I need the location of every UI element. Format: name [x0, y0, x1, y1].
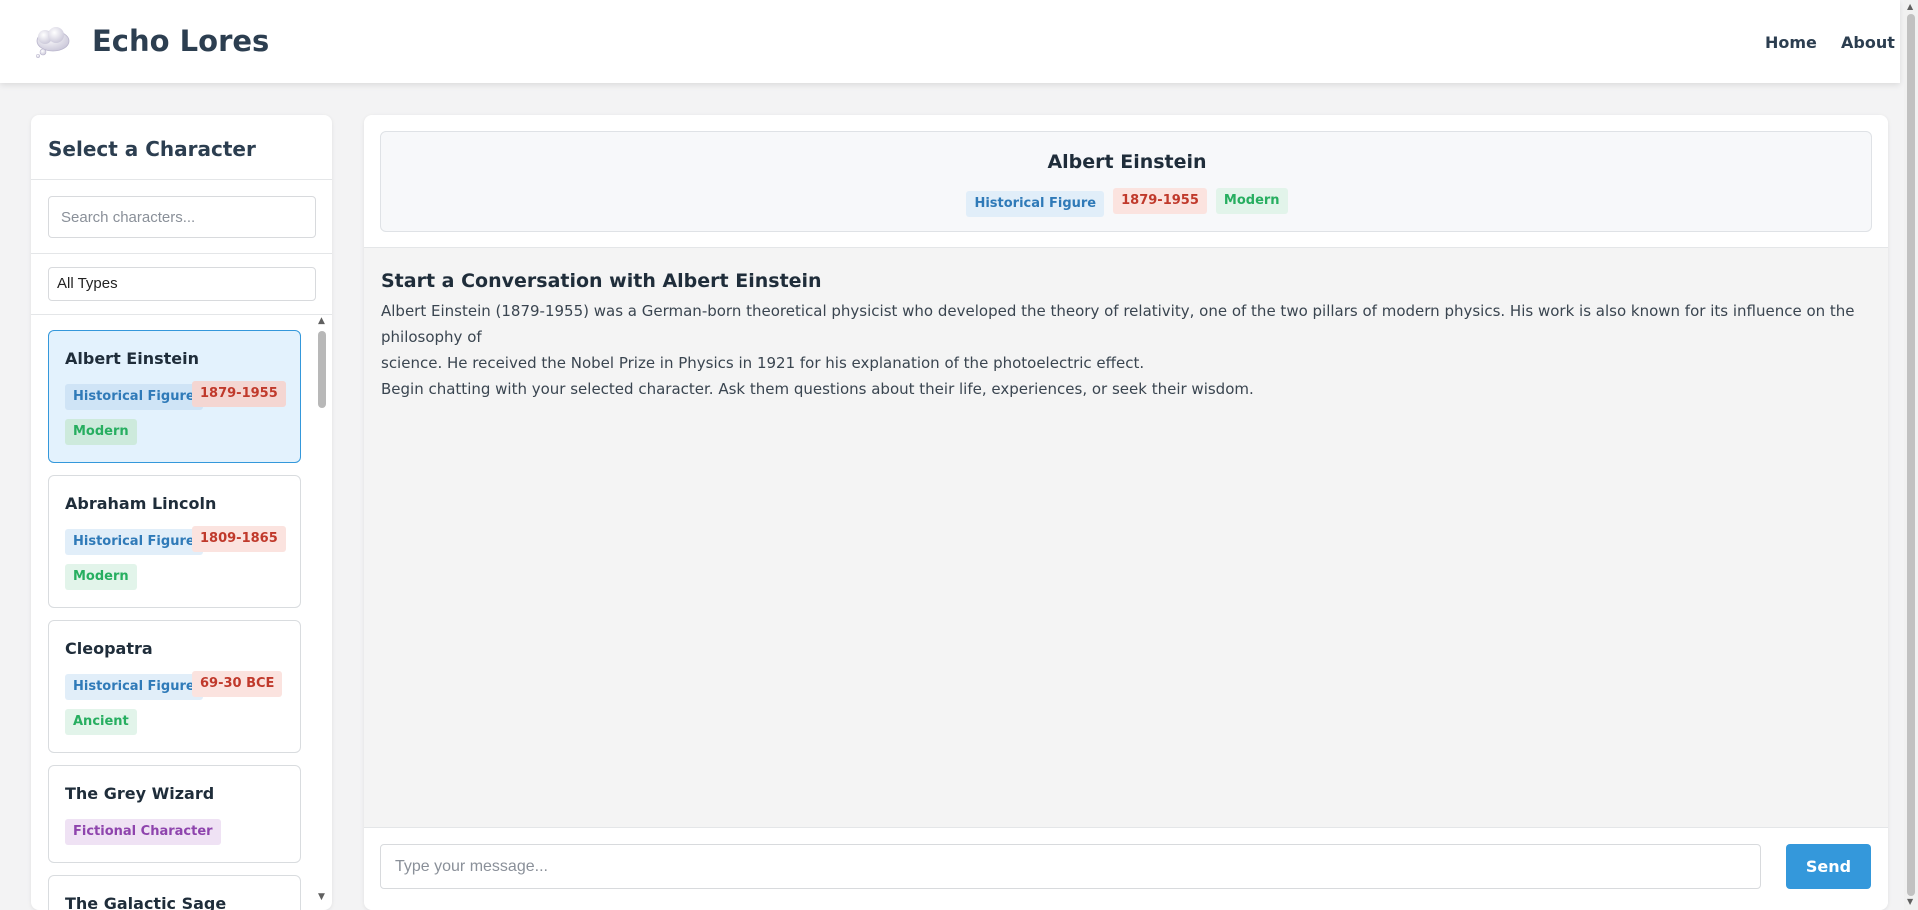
message-composer: Send: [364, 827, 1888, 910]
character-card-albert-einstein[interactable]: Albert Einstein Historical Figure 1879-1…: [48, 330, 301, 463]
character-name: The Galactic Sage: [65, 894, 227, 910]
character-name: Albert Einstein: [65, 349, 199, 368]
top-navbar: Echo Lores Home About: [0, 0, 1900, 83]
character-card-cleopatra[interactable]: Cleopatra Historical Figure 69-30 BCE An…: [48, 620, 301, 753]
era-badge: Modern: [65, 419, 137, 445]
character-name: Cleopatra: [65, 639, 153, 658]
brand-title[interactable]: Echo Lores: [92, 24, 269, 58]
list-scrollbar-thumb[interactable]: [318, 331, 326, 408]
scroll-up-arrow-icon[interactable]: ▲: [1907, 3, 1913, 11]
character-list-scrollbar[interactable]: ▲ ▼: [316, 315, 328, 905]
type-badge: Historical Figure: [65, 529, 203, 555]
era-badge: Ancient: [65, 709, 137, 735]
character-name: Abraham Lincoln: [65, 494, 217, 513]
chat-hint: Begin chatting with your selected charac…: [381, 380, 1254, 398]
chat-header: Albert Einstein Historical Figure 1879-1…: [364, 115, 1888, 248]
send-button[interactable]: Send: [1786, 844, 1871, 889]
type-badge: Historical Figure: [966, 191, 1105, 217]
type-filter-select[interactable]: All Types: [48, 267, 316, 301]
divider: [31, 314, 332, 315]
selected-character-card: Albert Einstein Historical Figure 1879-1…: [380, 131, 1872, 232]
type-badge: Historical Figure: [65, 384, 203, 410]
message-input[interactable]: [380, 844, 1761, 889]
character-card-abraham-lincoln[interactable]: Abraham Lincoln Historical Figure 1809-1…: [48, 475, 301, 608]
search-input[interactable]: [48, 196, 316, 238]
intro-title: Start a Conversation with Albert Einstei…: [381, 270, 822, 292]
scroll-up-arrow-icon[interactable]: ▲: [318, 317, 325, 326]
dates-badge: 1879-1955: [1113, 188, 1207, 214]
character-card-galactic-sage[interactable]: The Galactic Sage: [48, 875, 301, 910]
era-badge: Modern: [65, 564, 137, 590]
character-sidebar: Select a Character All Types Albert Eins…: [31, 115, 332, 910]
bio-line-2: science. He received the Nobel Prize in …: [381, 354, 1145, 372]
dates-badge: 1809-1865: [192, 526, 286, 552]
conversation-intro: Start a Conversation with Albert Einstei…: [381, 270, 1881, 402]
nav-home-link[interactable]: Home: [1765, 33, 1817, 52]
selected-character-name: Albert Einstein: [1047, 151, 1207, 173]
scroll-down-arrow-icon[interactable]: ▼: [318, 893, 325, 902]
dates-badge: 69-30 BCE: [192, 671, 283, 697]
thought-cloud-icon[interactable]: [34, 26, 72, 58]
era-badge: Modern: [1215, 188, 1288, 214]
divider: [31, 179, 332, 180]
dates-badge: 1879-1955: [192, 381, 286, 407]
character-name: The Grey Wizard: [65, 784, 215, 803]
selected-character-badges: Historical Figure 1879-1955 Modern: [381, 188, 1873, 217]
bio-line-1: Albert Einstein (1879-1955) was a German…: [381, 302, 1855, 346]
nav-about-link[interactable]: About: [1841, 33, 1895, 52]
divider: [31, 253, 332, 254]
page-scrollbar[interactable]: ▲ ▼: [1904, 0, 1918, 910]
character-card-grey-wizard[interactable]: The Grey Wizard Fictional Character: [48, 765, 301, 863]
type-badge: Historical Figure: [65, 674, 203, 700]
page-scrollbar-thumb[interactable]: [1907, 14, 1915, 896]
chat-panel: Albert Einstein Historical Figure 1879-1…: [364, 115, 1888, 910]
scroll-down-arrow-icon[interactable]: ▼: [1907, 898, 1913, 906]
type-badge: Fictional Character: [65, 819, 221, 845]
sidebar-title: Select a Character: [48, 137, 256, 161]
character-bio: Albert Einstein (1879-1955) was a German…: [381, 298, 1881, 376]
